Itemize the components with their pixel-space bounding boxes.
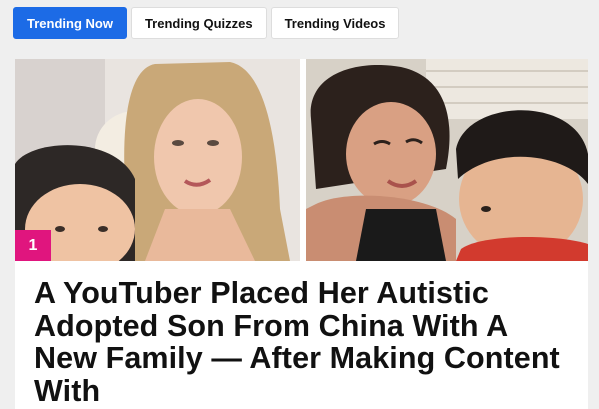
page: Trending Now Trending Quizzes Trending V… [0,0,599,409]
photo-right-illustration [306,59,588,261]
photo-left-illustration [15,59,300,261]
article-card[interactable]: 1 A YouTuber Placed Her Autistic Adopted… [15,59,588,409]
rank-badge: 1 [15,230,51,261]
tab-trending-now[interactable]: Trending Now [13,7,127,39]
article-headline[interactable]: A YouTuber Placed Her Autistic Adopted S… [34,277,574,407]
tab-trending-videos[interactable]: Trending Videos [270,7,400,39]
trending-tabs: Trending Now Trending Quizzes Trending V… [13,7,400,39]
article-photo-left[interactable] [15,59,300,261]
tab-trending-quizzes[interactable]: Trending Quizzes [130,7,267,39]
article-photo-right[interactable] [306,59,588,261]
